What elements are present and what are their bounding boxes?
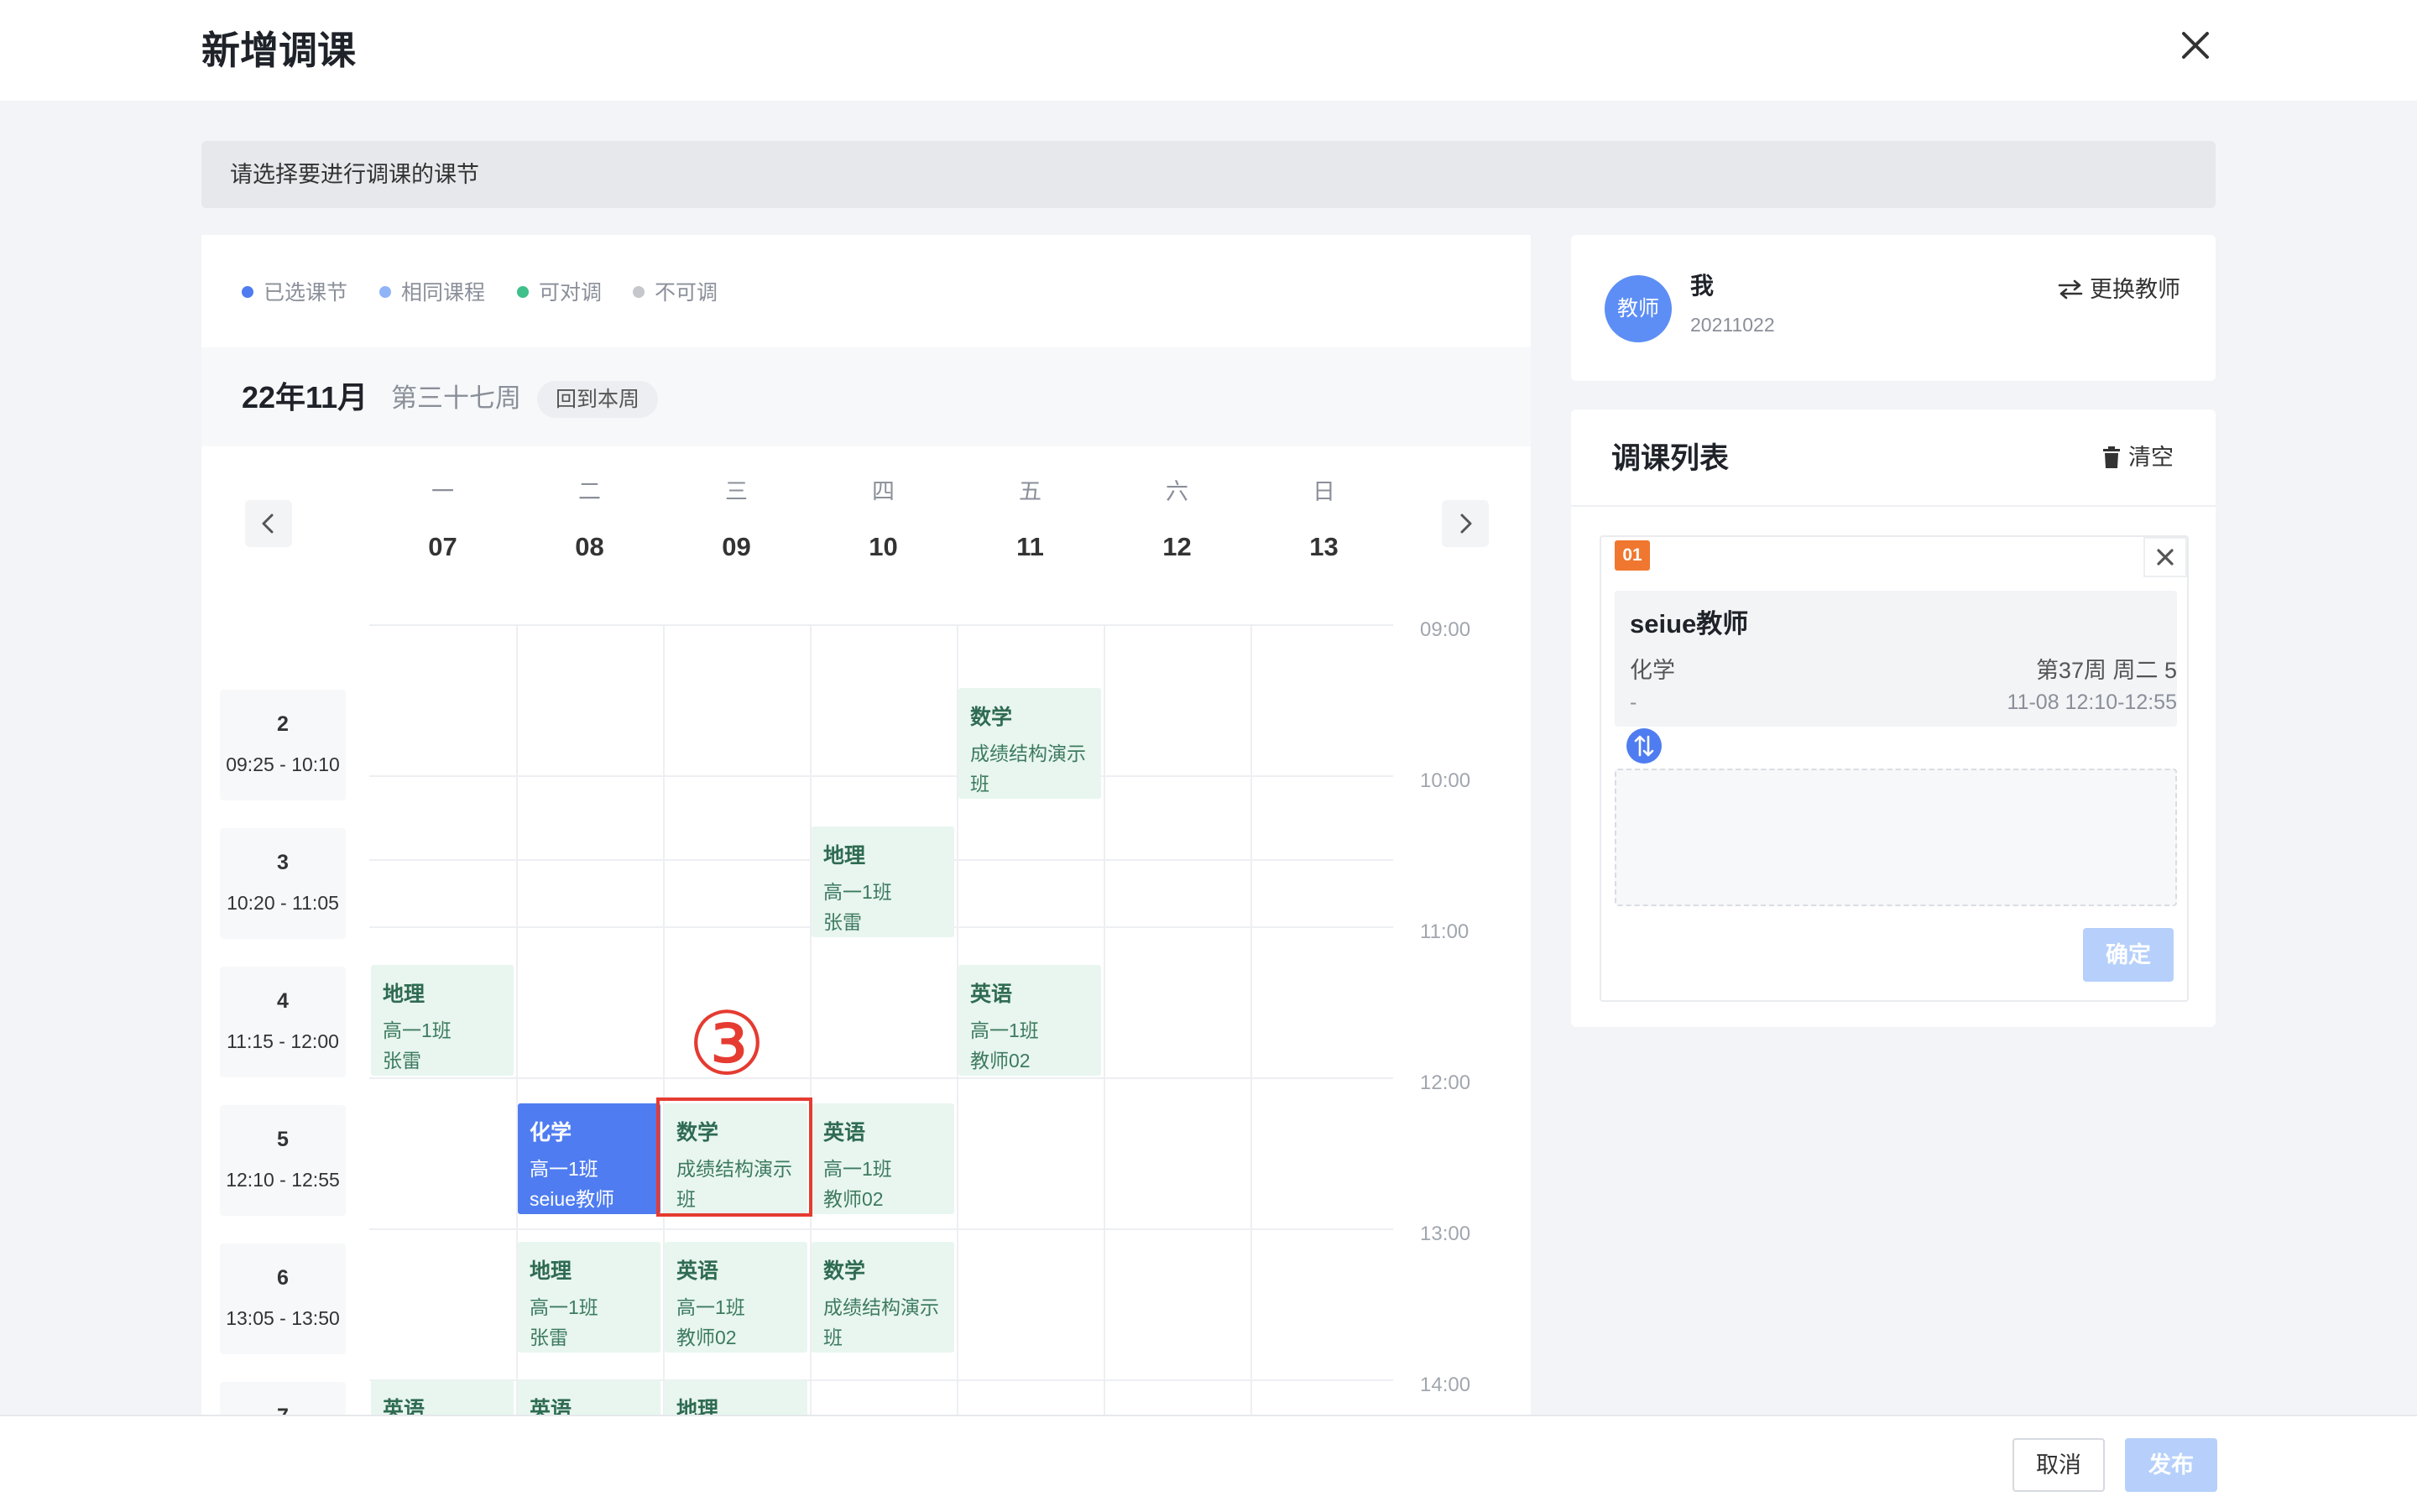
remove-item-button[interactable] <box>2143 537 2187 577</box>
week-bar: 22年11月 第三十七周 回到本周 <box>201 347 1531 446</box>
lesson-cell[interactable]: 数学 成绩结构演示班 <box>958 688 1101 799</box>
publish-button[interactable]: 发布 <box>2125 1438 2217 1492</box>
legend-dot-same-course <box>379 286 391 299</box>
back-to-this-week-button[interactable]: 回到本周 <box>537 381 658 418</box>
grid-line <box>1104 624 1105 1426</box>
lesson-class: - <box>1630 691 1637 714</box>
legend: 已选课节 相同课程 可对调 不可调 <box>201 235 1531 347</box>
dialog-title: 新增调课 <box>201 29 356 72</box>
prev-week-button[interactable] <box>245 500 292 547</box>
target-lesson-dropzone[interactable] <box>1615 769 2177 906</box>
lesson-cell[interactable]: 地理 高一1班 张雷 <box>371 965 514 1076</box>
close-icon[interactable] <box>2175 25 2216 65</box>
item-index-badge: 01 <box>1615 540 1650 571</box>
time-label: 11:00 <box>1420 920 1470 943</box>
teacher-name: 我 <box>1690 273 1715 299</box>
adjust-list-title: 调课列表 <box>1611 442 1730 475</box>
time-label: 10:00 <box>1420 769 1471 792</box>
lesson-cell-selected[interactable]: 化学 高一1班 seiue教师 <box>518 1103 660 1214</box>
swap-direction-icon <box>1626 728 1662 764</box>
trash-icon <box>2103 446 2120 468</box>
instruction-text: 请选择要进行调课的课节 <box>230 162 479 187</box>
grid-line <box>1250 624 1252 1426</box>
week-label: 第三十七周 <box>391 383 521 413</box>
time-label: 13:00 <box>1420 1223 1471 1245</box>
legend-dot-swappable <box>517 286 529 299</box>
divider <box>1571 505 2216 507</box>
period-label: 4 11:15 - 12:00 <box>220 967 346 1077</box>
chevron-left-icon <box>262 514 274 534</box>
legend-dot-not-swappable <box>633 286 645 299</box>
lesson-cell[interactable]: 地理 高一1班 张雷 <box>812 826 954 937</box>
time-label: 09:00 <box>1420 618 1471 641</box>
adjust-item: 01 seiue教师 化学 第37周 周二 5 - 11-08 12:10-12… <box>1600 535 2189 1002</box>
cancel-button[interactable]: 取消 <box>2012 1438 2105 1492</box>
lesson-teacher: seiue教师 <box>1630 609 1749 639</box>
period-label: 3 10:20 - 11:05 <box>220 828 346 939</box>
schedule-panel: 已选课节 相同课程 可对调 不可调 22年11月 第三十七周 回到本周 一 07 … <box>201 235 1531 1426</box>
lesson-cell[interactable]: 英语 高一1班 教师02 <box>665 1242 807 1353</box>
grid-line <box>369 624 1393 626</box>
teacher-card: 教师 我 20211022 更换教师 <box>1571 235 2216 381</box>
legend-dot-selected <box>242 286 253 299</box>
swap-arrows-icon <box>2058 279 2083 300</box>
legend-same-course: 相同课程 <box>379 279 485 307</box>
time-label: 12:00 <box>1420 1071 1471 1094</box>
avatar: 教师 <box>1605 275 1672 342</box>
step-number-annotation: ③ <box>687 996 766 1093</box>
grid-line <box>369 1077 1393 1079</box>
change-teacher-button[interactable]: 更换教师 <box>2058 275 2180 304</box>
grid-line <box>369 775 1393 777</box>
lesson-date-time: 11-08 12:10-12:55 <box>2007 691 2177 714</box>
source-lesson: seiue教师 化学 第37周 周二 5 - 11-08 12:10-12:55 <box>1615 591 2177 727</box>
instruction-banner: 请选择要进行调课的课节 <box>201 141 2216 208</box>
chevron-right-icon <box>1460 514 1472 534</box>
lesson-cell[interactable]: 地理 高一1班 张雷 <box>518 1242 660 1353</box>
clear-button[interactable]: 清空 <box>2101 443 2174 472</box>
teacher-id: 20211022 <box>1690 314 1775 336</box>
lesson-subject: 化学 <box>1630 658 1675 683</box>
next-week-button[interactable] <box>1442 500 1489 547</box>
lesson-cell[interactable]: 英语 高一1班 教师02 <box>812 1103 954 1214</box>
target-highlight-box <box>656 1098 812 1217</box>
period-label: 2 09:25 - 10:10 <box>220 690 346 800</box>
lesson-cell[interactable]: 英语 高一1班 教师02 <box>958 965 1101 1076</box>
legend-not-swappable: 不可调 <box>633 279 718 307</box>
close-icon <box>2157 549 2174 566</box>
dialog-footer: 取消 发布 <box>0 1415 2417 1512</box>
period-label: 5 12:10 - 12:55 <box>220 1105 346 1216</box>
month-label: 22年11月 <box>242 380 368 414</box>
period-label: 6 13:05 - 13:50 <box>220 1243 346 1354</box>
time-label: 14:00 <box>1420 1374 1471 1396</box>
legend-swappable: 可对调 <box>517 279 602 307</box>
legend-selected: 已选课节 <box>242 279 347 307</box>
dialog-header: 新增调课 <box>0 0 2417 101</box>
lesson-week-info: 第37周 周二 5 <box>2035 658 2177 683</box>
adjust-list-card: 调课列表 清空 01 seiue教师 化学 第37周 周二 5 - 11-08 … <box>1571 409 2216 1027</box>
grid-line <box>369 1228 1393 1230</box>
confirm-button[interactable]: 确定 <box>2083 928 2174 982</box>
lesson-cell[interactable]: 数学 成绩结构演示班 <box>812 1242 954 1353</box>
